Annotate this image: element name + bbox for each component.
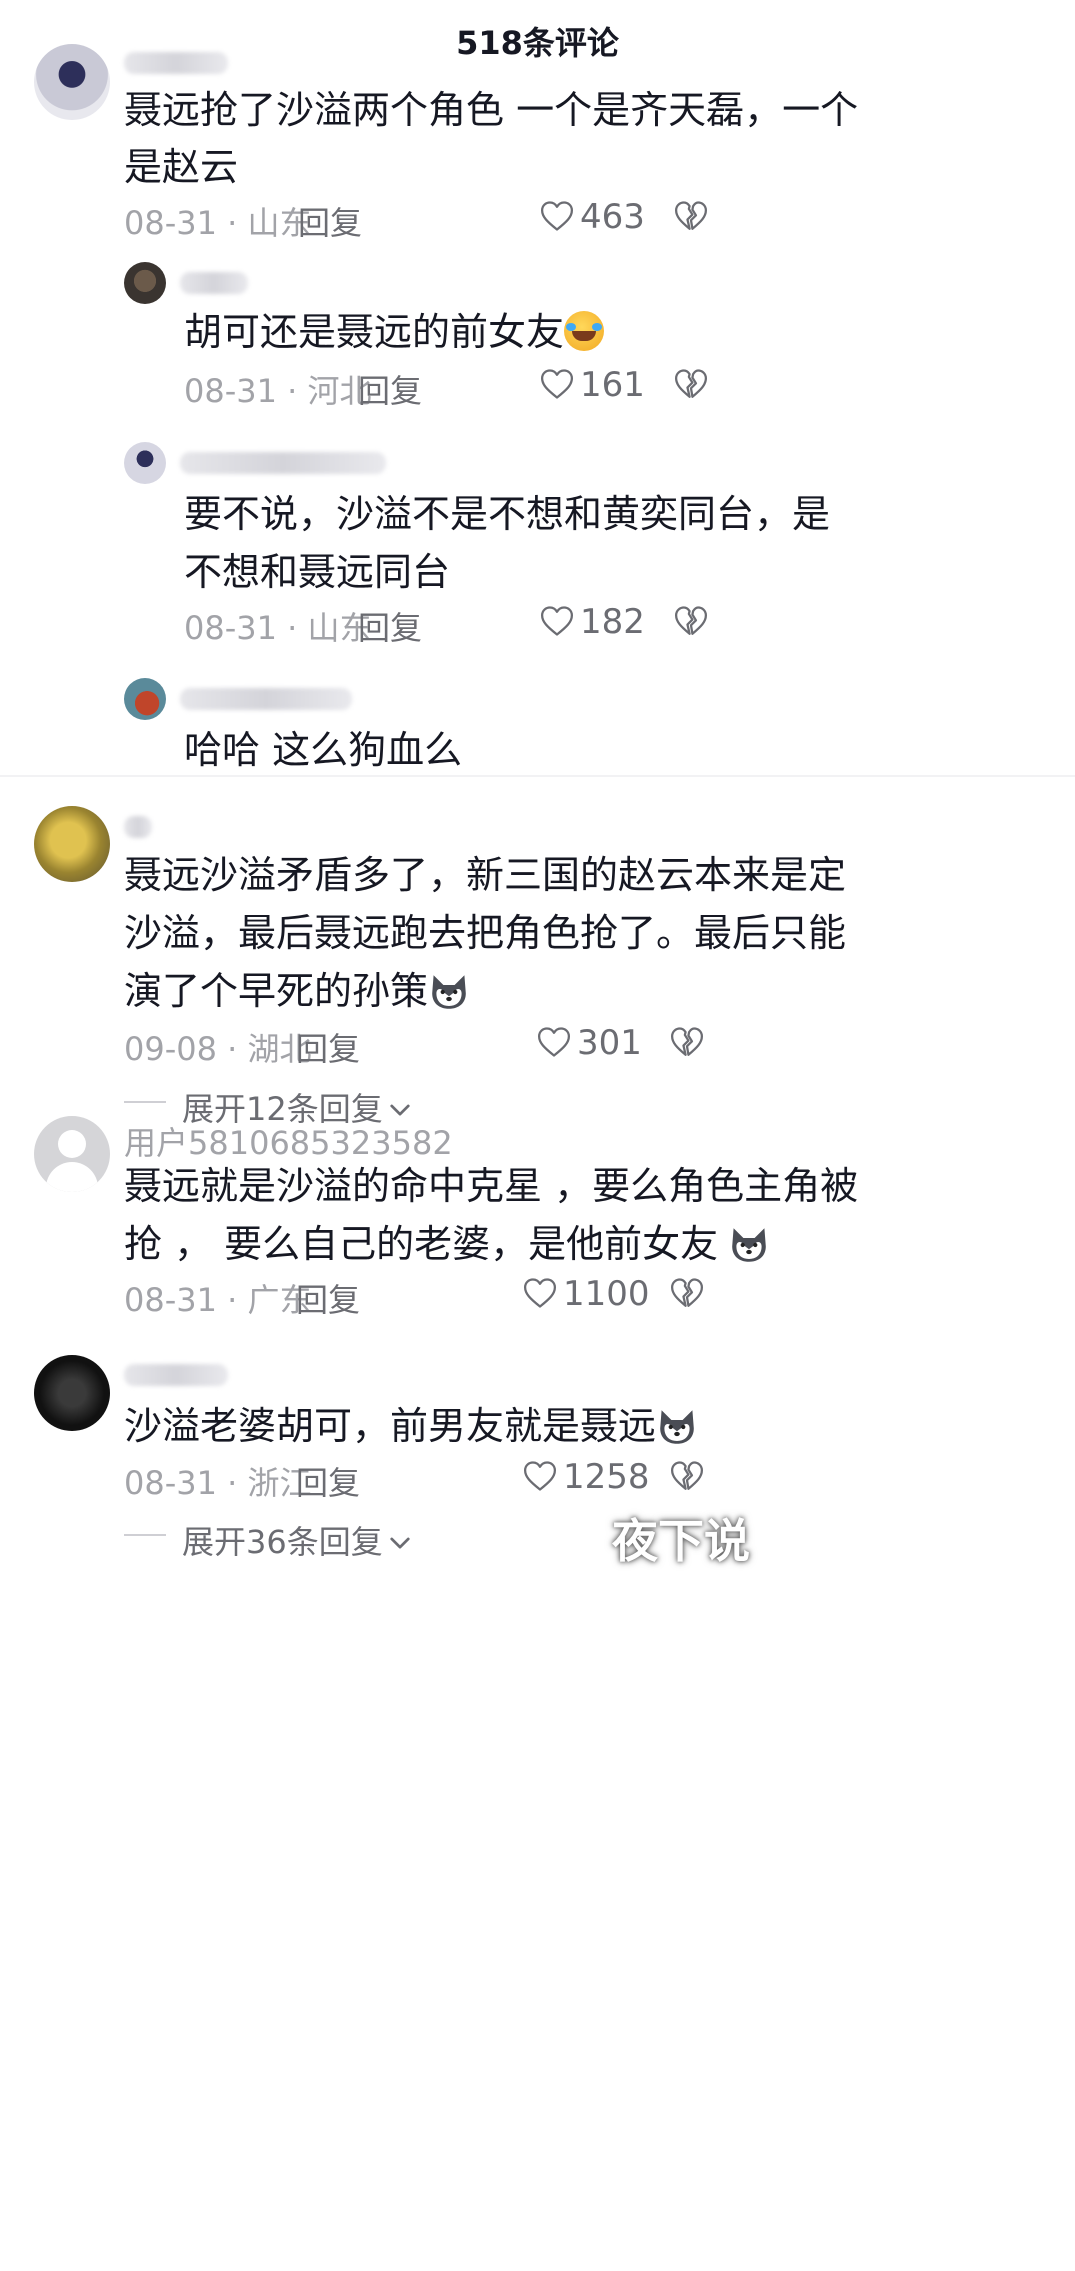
comment-date-location: 08-31 · 山东: [184, 609, 372, 647]
avatar[interactable]: [124, 442, 166, 484]
heart-outline-icon[interactable]: [537, 1026, 571, 1058]
username-blurred[interactable]: [180, 452, 386, 474]
like-count: 1100: [563, 1274, 650, 1314]
heart-outline-icon[interactable]: [523, 1277, 557, 1309]
comment-date-location: 09-08 · 湖北: [124, 1030, 312, 1068]
like-count: 182: [580, 602, 645, 642]
avatar[interactable]: [34, 1116, 110, 1192]
broken-heart-icon[interactable]: [674, 368, 708, 400]
reply-button[interactable]: 回复: [358, 366, 422, 412]
broken-heart-icon[interactable]: [670, 1277, 704, 1309]
reply-button[interactable]: 回复: [296, 1024, 360, 1070]
comment-text: 是赵云: [124, 145, 239, 189]
reply-text: 哈哈 这么狗血么: [184, 728, 463, 772]
heart-outline-icon[interactable]: [540, 605, 574, 637]
comment-date-location: 08-31 · 山东: [124, 204, 312, 242]
comment-date-location: 08-31 · 河北: [184, 372, 372, 410]
expand-divider-line: [124, 1101, 166, 1103]
heart-outline-icon[interactable]: [540, 200, 574, 232]
like-count: 463: [580, 197, 645, 237]
broken-heart-icon[interactable]: [674, 200, 708, 232]
reply-text: 不想和聂远同台: [184, 550, 451, 594]
broken-heart-icon[interactable]: [670, 1460, 704, 1492]
watermark: 夜下说: [612, 1514, 750, 1568]
broken-heart-icon[interactable]: [670, 1026, 704, 1058]
username-blurred[interactable]: [180, 688, 352, 710]
reply-button[interactable]: 回复: [298, 198, 362, 244]
expand-divider-line: [124, 1534, 166, 1536]
avatar[interactable]: [124, 678, 166, 720]
avatar[interactable]: [34, 44, 110, 120]
avatar[interactable]: [34, 1355, 110, 1431]
heart-outline-icon[interactable]: [540, 368, 574, 400]
username-blurred[interactable]: [124, 1364, 228, 1386]
chevron-down-icon: [389, 1536, 411, 1551]
avatar[interactable]: [124, 262, 166, 304]
comment-text: 演了个早死的孙策: [124, 949, 470, 1033]
divider: [0, 775, 1075, 777]
comment-text: 沙溢老婆胡可，前男友就是聂远: [124, 1384, 698, 1468]
reply-text: 胡可还是聂远的前女友: [184, 290, 605, 374]
reply-button[interactable]: 回复: [296, 1275, 360, 1321]
reply-button[interactable]: 回复: [296, 1458, 360, 1504]
expand-replies-button[interactable]: 展开36条回复: [182, 1517, 411, 1563]
comment-date-location: 08-31 · 浙江: [124, 1464, 312, 1502]
avatar[interactable]: [34, 806, 110, 882]
like-count: 1258: [563, 1457, 650, 1497]
husky-dog-emoji: [656, 1407, 698, 1447]
heart-outline-icon[interactable]: [523, 1460, 557, 1492]
laughing-crying-emoji: [564, 311, 605, 351]
like-count: 301: [577, 1023, 642, 1063]
husky-dog-emoji: [728, 1225, 770, 1265]
comment-date-location: 08-31 · 广东: [124, 1281, 312, 1319]
like-count: 161: [580, 365, 645, 405]
broken-heart-icon[interactable]: [674, 605, 708, 637]
chevron-down-icon: [389, 1103, 411, 1118]
husky-dog-emoji: [428, 972, 470, 1012]
comment-text: 抢 ， 要么自己的老婆，是他前女友: [124, 1202, 770, 1286]
reply-button[interactable]: 回复: [358, 603, 422, 649]
